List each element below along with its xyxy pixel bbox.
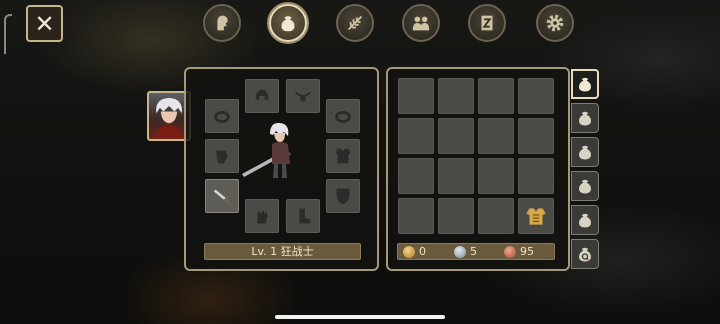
- gold-amount: 0: [419, 245, 426, 258]
- hero-portrait-icon: [154, 97, 184, 139]
- skills-tab[interactable]: [336, 4, 374, 42]
- party-icon: [412, 16, 430, 31]
- gauntlet-slot[interactable]: [205, 139, 239, 173]
- gold-armor-item-icon: [526, 208, 546, 225]
- inventory-slot[interactable]: [518, 198, 554, 234]
- sword-icon: [213, 189, 230, 204]
- bag-tab-2[interactable]: [571, 103, 599, 133]
- boots-slot[interactable]: [286, 199, 320, 233]
- inventory-tab[interactable]: [269, 4, 307, 42]
- gloves-icon: [257, 209, 268, 224]
- inventory-slot[interactable]: [518, 158, 554, 194]
- bag-tab-5[interactable]: [571, 205, 599, 235]
- helmet-slot[interactable]: [245, 79, 279, 113]
- inventory-slot[interactable]: [478, 198, 514, 234]
- copper-coin-icon: [504, 246, 516, 258]
- bag-search-icon: [579, 247, 591, 262]
- bag-icon: [579, 213, 591, 228]
- helmet-icon: [255, 89, 269, 100]
- inventory-slot[interactable]: [438, 198, 474, 234]
- inventory-slot[interactable]: [478, 118, 514, 154]
- copper-amount: 95: [520, 245, 534, 258]
- boots-icon: [299, 208, 311, 224]
- inventory-slot[interactable]: [438, 158, 474, 194]
- inventory-slot[interactable]: [518, 78, 554, 114]
- silver-amount: 5: [470, 245, 477, 258]
- weapon-slot[interactable]: [205, 179, 239, 213]
- currency-bar: 0 5 95: [397, 243, 555, 260]
- quest-tab[interactable]: [468, 4, 506, 42]
- inventory-slot[interactable]: [438, 78, 474, 114]
- settings-tab[interactable]: [536, 4, 574, 42]
- ring-right-slot[interactable]: [326, 99, 360, 133]
- bag-tab-3[interactable]: [571, 137, 599, 167]
- gold-coin-icon: [403, 246, 415, 258]
- shield-slot[interactable]: [326, 179, 360, 213]
- bag-icon: [579, 179, 591, 194]
- party-tab[interactable]: [402, 4, 440, 42]
- character-tab[interactable]: [203, 4, 241, 42]
- inventory-slot[interactable]: [398, 158, 434, 194]
- ring-left-icon: [214, 110, 230, 123]
- inventory-slot[interactable]: [398, 118, 434, 154]
- character-level-label: Lv. 1 狂战士: [204, 243, 361, 260]
- character-head-icon: [217, 15, 228, 31]
- hero-sprite-icon: [242, 122, 292, 178]
- bag-search-tab[interactable]: [571, 239, 599, 269]
- inventory-slot[interactable]: [438, 118, 474, 154]
- quest-scroll-icon: [481, 15, 493, 31]
- amulet-slot[interactable]: [286, 79, 320, 113]
- home-indicator[interactable]: [275, 315, 445, 319]
- hero-character-sprite: [238, 120, 308, 182]
- settings-gear-icon: [546, 14, 564, 32]
- inventory-slot[interactable]: [478, 78, 514, 114]
- inventory-slot[interactable]: [478, 158, 514, 194]
- bag-icon: [579, 145, 591, 160]
- bag-icon: [579, 77, 591, 92]
- shield-icon: [336, 188, 350, 205]
- ring-left-slot[interactable]: [205, 99, 239, 133]
- ring-right-icon: [335, 110, 351, 123]
- skill-feather-icon: [347, 15, 363, 31]
- silver-coin-icon: [454, 246, 466, 258]
- armor-slot[interactable]: [326, 139, 360, 173]
- inventory-slot[interactable]: [398, 78, 434, 114]
- armor-icon: [335, 148, 351, 164]
- bag-tab-4[interactable]: [571, 171, 599, 201]
- gauntlet-icon: [216, 150, 228, 164]
- bag-tab-1[interactable]: [571, 69, 599, 99]
- inventory-slot[interactable]: [398, 198, 434, 234]
- gloves-slot[interactable]: [245, 199, 279, 233]
- inventory-slot[interactable]: [518, 118, 554, 154]
- menu-tab-bar: [0, 4, 720, 44]
- bag-icon: [281, 16, 295, 32]
- amulet-icon: [295, 91, 311, 102]
- bag-icon: [579, 111, 591, 126]
